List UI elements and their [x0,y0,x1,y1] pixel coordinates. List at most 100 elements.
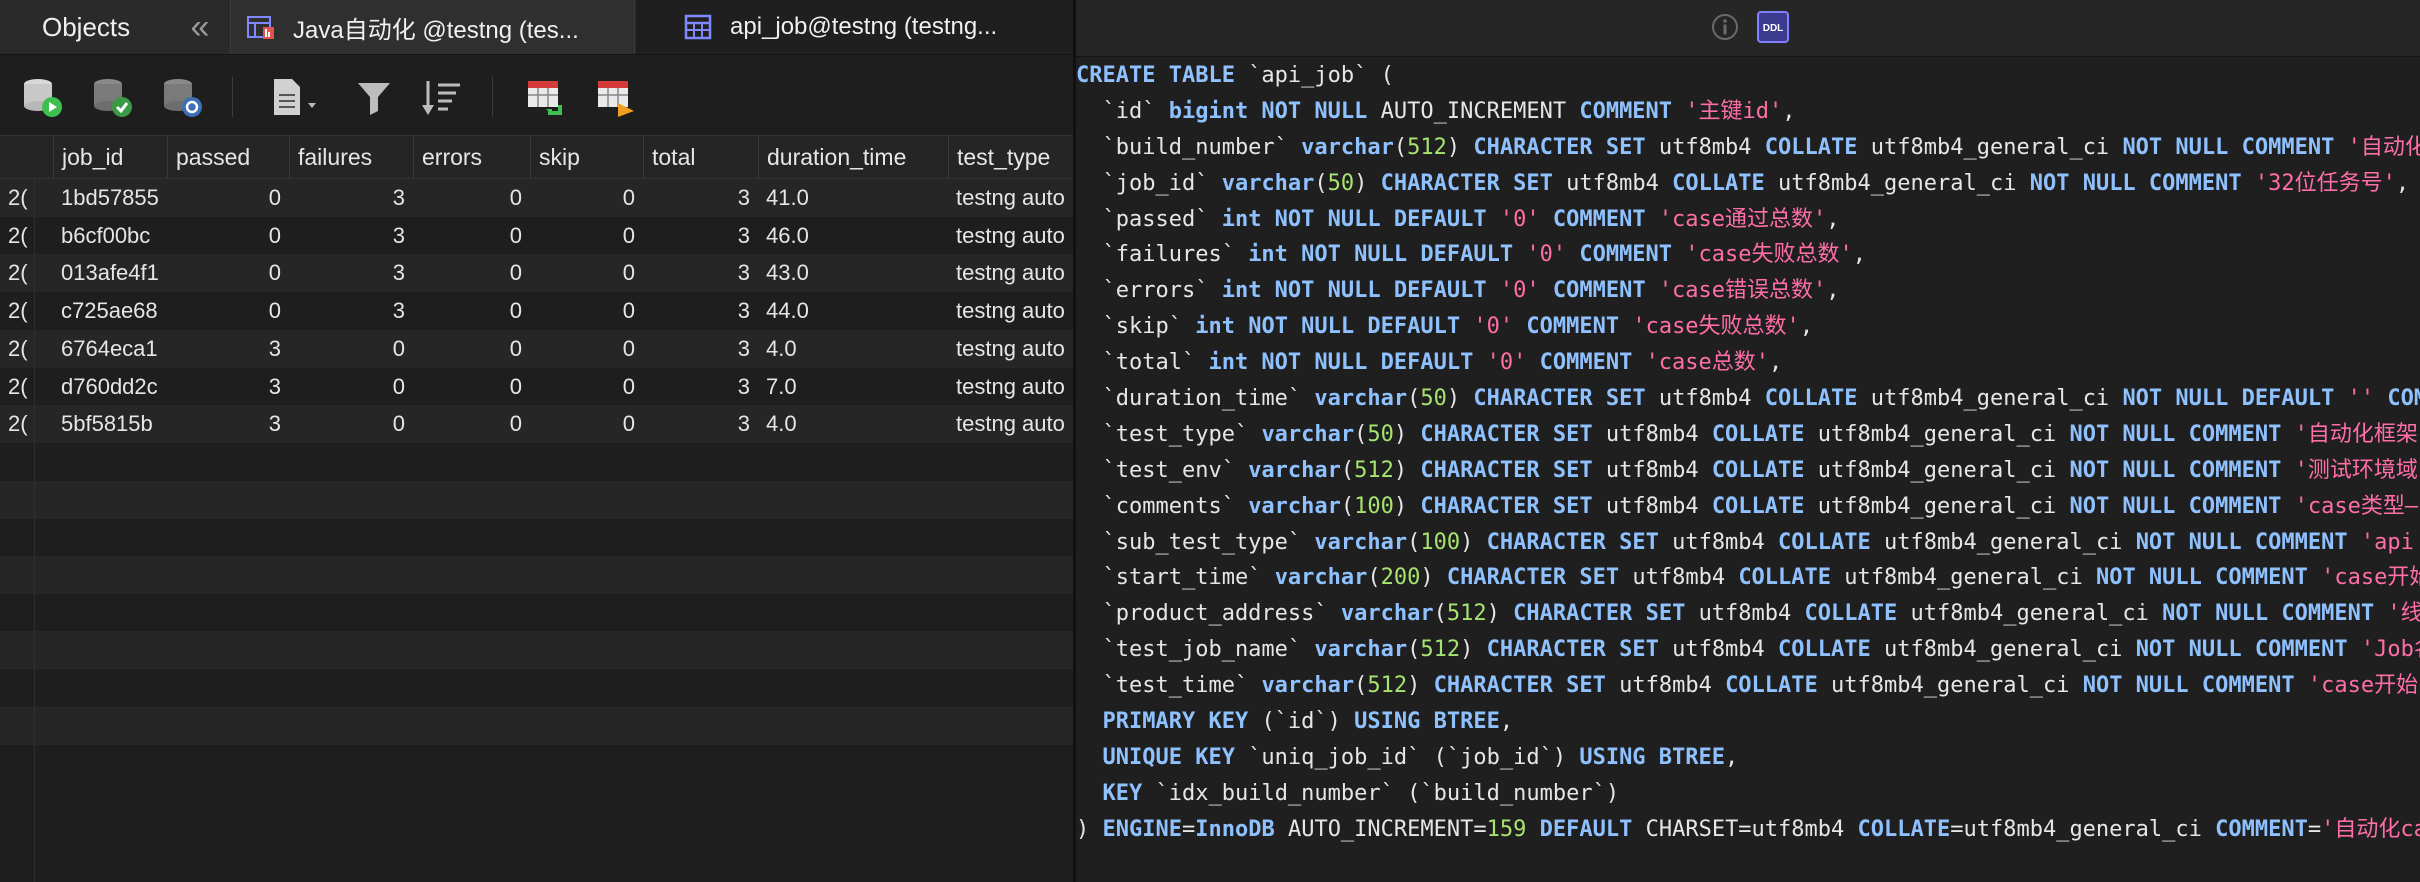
tab-api-job[interactable]: api_job@testng (testng... [636,0,1073,54]
cell-test-type[interactable]: testng auto [948,217,1073,255]
collapse-sidebar-button[interactable]: « [176,0,224,54]
ddl-token-kw: COLLATE [1738,565,1845,591]
cell-errors[interactable]: 0 [413,217,530,255]
cell-skip[interactable]: 0 [530,368,643,406]
filter-icon[interactable] [352,75,396,119]
cell-test-type[interactable]: testng auto [948,254,1073,292]
cell-failures[interactable]: 3 [289,254,413,292]
column-header-test-type[interactable]: test_type [948,136,1073,178]
cell-failures[interactable]: 0 [289,405,413,443]
ddl-token-plain: ) [1393,493,1421,519]
cell-test-type[interactable]: testng auto [948,368,1073,406]
cell-passed[interactable]: 0 [167,254,289,292]
cell-skip[interactable]: 0 [530,254,643,292]
cell-errors[interactable]: 0 [413,330,530,368]
cell-total[interactable]: 3 [643,179,758,217]
db-run-icon[interactable] [20,75,64,119]
cell-gutter[interactable]: 2( [0,217,34,255]
cell-passed[interactable]: 0 [167,217,289,255]
cell-test-type[interactable]: testng auto [948,405,1073,443]
ddl-token-plain: ) [1393,457,1421,483]
cell-duration-time[interactable]: 4.0 [758,405,948,443]
cell-skip[interactable]: 0 [530,217,643,255]
table-row[interactable]: 2(013afe4f1 0 3 0 0 3 43.0 testng auto [0,254,1073,293]
cell-job-id[interactable]: c725ae68 [53,292,167,330]
cell-total[interactable]: 3 [643,217,758,255]
cell-total[interactable]: 3 [643,405,758,443]
table-export-icon[interactable] [594,75,638,119]
cell-duration-time[interactable]: 44.0 [758,292,948,330]
table-row[interactable]: 2(5bf5815b 3 0 0 0 3 4.0 testng auto [0,405,1073,444]
cell-gutter[interactable]: 2( [0,254,34,292]
cell-failures[interactable]: 0 [289,368,413,406]
cell-failures[interactable]: 3 [289,217,413,255]
cell-passed[interactable]: 3 [167,368,289,406]
table-row[interactable]: 2(d760dd2c 3 0 0 0 3 7.0 testng auto [0,368,1073,406]
cell-job-id[interactable]: 5bf5815b [53,405,167,443]
cell-errors[interactable]: 0 [413,405,530,443]
info-icon[interactable] [1710,12,1740,42]
column-header-total[interactable]: total [643,136,758,178]
cell-gutter[interactable]: 2( [0,405,34,443]
cell-errors[interactable]: 0 [413,368,530,406]
column-header-passed[interactable]: passed [167,136,289,178]
cell-test-type[interactable]: testng auto [948,179,1073,217]
cell-job-id[interactable]: d760dd2c [53,368,167,406]
cell-failures[interactable]: 3 [289,179,413,217]
cell-gutter[interactable]: 2( [0,368,34,406]
cell-skip[interactable]: 0 [530,330,643,368]
cell-errors[interactable]: 0 [413,179,530,217]
table-row[interactable]: 2(6764eca1 3 0 0 0 3 4.0 testng auto [0,329,1073,368]
table-row[interactable]: 2(b6cf00bc 0 3 0 0 3 46.0 testng auto [0,217,1073,255]
cell-duration-time[interactable]: 43.0 [758,254,948,292]
db-refresh-icon[interactable] [160,75,204,119]
ddl-token-plain: `product_address` [1076,601,1341,627]
ddl-token-kw: PRIMARY KEY [1076,709,1262,735]
cell-test-type[interactable]: testng auto [948,330,1073,368]
cell-skip[interactable]: 0 [530,405,643,443]
cell-passed[interactable]: 3 [167,405,289,443]
cell-gutter[interactable]: 2( [0,179,34,217]
cell-skip[interactable]: 0 [530,179,643,217]
cell-duration-time[interactable]: 46.0 [758,217,948,255]
table-import-icon[interactable] [524,75,568,119]
cell-job-id[interactable]: b6cf00bc [53,217,167,255]
column-header-job-id[interactable]: job_id [53,136,167,178]
cell-failures[interactable]: 3 [289,292,413,330]
ddl-token-kw: COLLATE [1711,421,1818,447]
cell-total[interactable]: 3 [643,368,758,406]
cell-job-id[interactable]: 6764eca1 [53,330,167,368]
db-check-icon[interactable] [90,75,134,119]
empty-row [0,669,1073,707]
cell-failures[interactable]: 0 [289,330,413,368]
cell-passed[interactable]: 0 [167,179,289,217]
document-icon[interactable] [268,75,328,119]
tab-java-query[interactable]: Java自动化 @testng (tes... [230,0,635,54]
cell-duration-time[interactable]: 41.0 [758,179,948,217]
column-header-errors[interactable]: errors [413,136,530,178]
ddl-icon[interactable]: DDL [1756,10,1790,44]
cell-duration-time[interactable]: 7.0 [758,368,948,406]
cell-gutter[interactable]: 2( [0,330,34,368]
cell-gutter[interactable]: 2( [0,292,34,330]
sort-icon[interactable] [420,75,464,119]
cell-skip[interactable]: 0 [530,292,643,330]
column-header-duration-time[interactable]: duration_time [758,136,948,178]
cell-job-id[interactable]: 1bd57855 [53,179,167,217]
column-header-failures[interactable]: failures [289,136,413,178]
cell-passed[interactable]: 0 [167,292,289,330]
cell-errors[interactable]: 0 [413,292,530,330]
cell-duration-time[interactable]: 4.0 [758,330,948,368]
column-header-skip[interactable]: skip [530,136,643,178]
cell-job-id[interactable]: 013afe4f1 [53,254,167,292]
cell-total[interactable]: 3 [643,330,758,368]
cell-errors[interactable]: 0 [413,254,530,292]
cell-total[interactable]: 3 [643,254,758,292]
ddl-code-view[interactable]: CREATE TABLE `api_job` ( `id` bigint NOT… [1076,58,2420,848]
tab-objects[interactable]: Objects [0,0,172,54]
cell-total[interactable]: 3 [643,292,758,330]
table-row[interactable]: 2(c725ae68 0 3 0 0 3 44.0 testng auto [0,292,1073,330]
cell-test-type[interactable]: testng auto [948,292,1073,330]
cell-passed[interactable]: 3 [167,330,289,368]
table-row[interactable]: 2(1bd57855 0 3 0 0 3 41.0 testng auto [0,179,1073,217]
